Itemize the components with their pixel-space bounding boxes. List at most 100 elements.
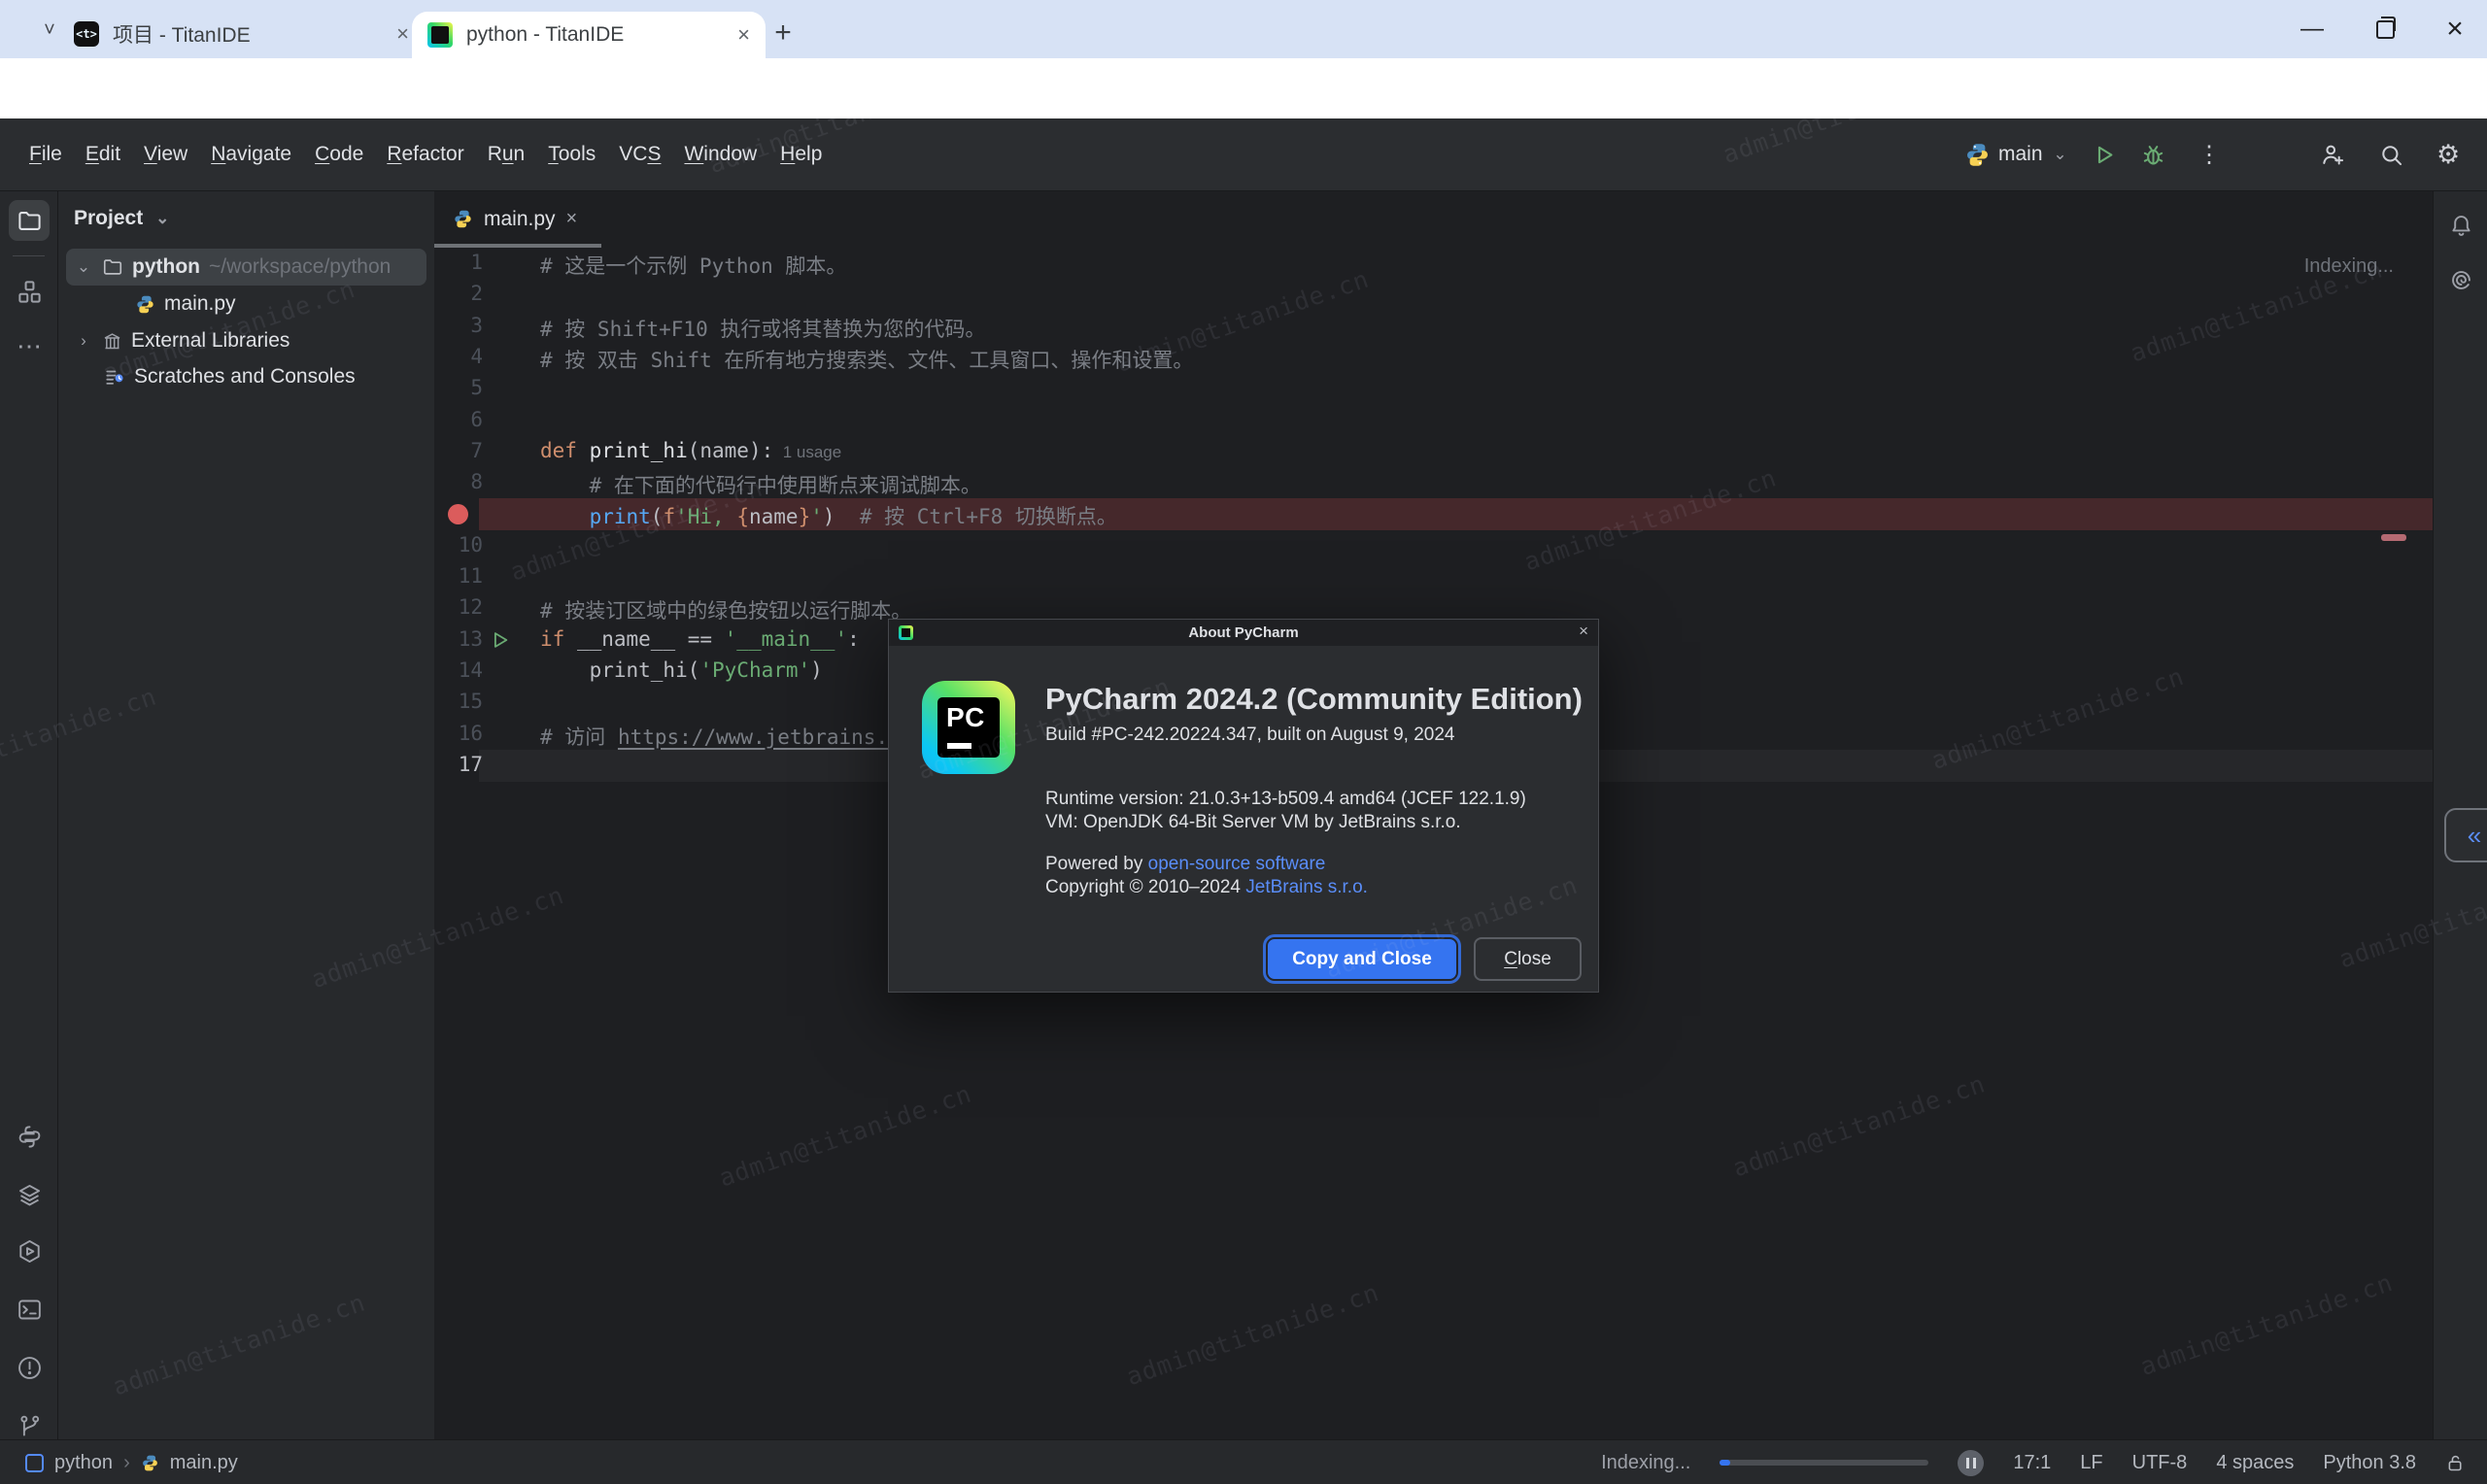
code-line-1[interactable]: 1# 这是一个示例 Python 脚本。 [434,248,2433,280]
window-close-button[interactable]: × [2421,0,2487,58]
chevron-right-icon[interactable]: › [74,331,93,351]
code-text: # 按 Shift+F10 执行或将其替换为您的代码。 [540,314,985,343]
tool-structure-button[interactable] [9,271,50,312]
run-gutter-icon[interactable] [489,629,510,651]
indent-widget[interactable]: 4 spaces [2216,1452,2294,1474]
tool-project-button[interactable] [9,200,50,241]
window-minimize-button[interactable]: — [2278,0,2346,58]
tab-title: 项目 - TitanIDE [113,19,251,49]
browser-tab-active[interactable]: python - TitanIDE × [412,12,766,58]
code-line-5[interactable]: 5 [434,373,2433,405]
python-file-icon [135,294,155,315]
chevron-down-icon: ⌄ [153,209,172,228]
pycharm-logo-text: PC [946,702,985,733]
tree-row-scratches[interactable]: Scratches and Consoles [66,358,426,395]
vm-info: VM: OpenJDK 64-Bit Server VM by JetBrain… [1045,811,1526,834]
lock-open-icon[interactable] [2445,1453,2466,1473]
chevron-down-icon[interactable]: ⌄ [74,257,93,277]
menu-view[interactable]: View [132,137,199,172]
run-button[interactable] [2091,118,2117,190]
code-line-6[interactable]: 6 [434,405,2433,437]
code-line-7[interactable]: 7def print_hi(name): 1 usage [434,436,2433,468]
open-source-link[interactable]: open-source software [1148,854,1326,874]
powered-by-text: Powered by [1045,854,1148,874]
structure-icon [17,279,43,305]
editor-tab-mainpy[interactable]: main.py × [434,191,601,247]
code-line-11[interactable]: 11 [434,561,2433,593]
menu-refactor[interactable]: Refactor [375,137,475,172]
tab-close-icon[interactable]: × [737,22,750,48]
interpreter-widget[interactable]: Python 3.8 [2323,1452,2416,1474]
folder-icon [17,208,43,234]
tool-problems-button[interactable] [9,1347,50,1388]
menu-navigate[interactable]: Navigate [199,137,303,172]
breadcrumb-project[interactable]: python [54,1452,113,1474]
play-icon [2091,142,2117,168]
code-line-8[interactable]: 8 # 在下面的代码行中使用断点来调试脚本。 [434,467,2433,499]
copy-and-close-button[interactable]: Copy and Close [1266,937,1458,981]
breadcrumb-separator: › [123,1452,130,1474]
tab-close-icon[interactable]: × [566,208,578,230]
status-bar: python › main.py Indexing... 17:1 LF UTF… [0,1439,2487,1484]
ide-main-toolbar: FileEditViewNavigateCodeRefactorRunTools… [0,118,2487,191]
tab-close-icon[interactable]: × [396,21,409,47]
pause-indexing-button[interactable] [1958,1450,1984,1476]
tree-row-external-libraries[interactable]: › External Libraries [66,322,426,359]
menu-edit[interactable]: Edit [74,137,132,172]
chevron-down-icon: ⌄ [2051,145,2070,164]
run-config-name: main [1998,143,2043,166]
caret-position-widget[interactable]: 17:1 [2013,1452,2051,1474]
menu-run[interactable]: Run [476,137,537,172]
menu-vcs[interactable]: VCS [607,137,672,172]
line-number: 1 [434,251,483,274]
code-line-2[interactable]: 2 [434,279,2433,311]
folder-icon [102,256,123,278]
menu-file[interactable]: File [17,137,74,172]
encoding-widget[interactable]: UTF-8 [2132,1452,2188,1474]
line-ending-widget[interactable]: LF [2080,1452,2102,1474]
debug-button[interactable] [2140,118,2166,190]
notifications-button[interactable] [2440,205,2481,246]
code-line-3[interactable]: 3# 按 Shift+F10 执行或将其替换为您的代码。 [434,311,2433,343]
browser-tab-inactive[interactable]: <t> 项目 - TitanIDE × [58,12,425,56]
breakpoint-icon[interactable] [448,504,468,524]
line-number: 10 [434,533,483,556]
tool-terminal-button[interactable] [9,1289,50,1330]
project-panel: Project ⌄ ⌄ python ~/workspace/python ma… [58,191,435,1439]
breadcrumb-file[interactable]: main.py [170,1452,238,1474]
code-line-10[interactable]: 10 [434,530,2433,562]
tool-python-packages-button[interactable] [9,1116,50,1157]
code-line-9[interactable]: print(f'Hi, {name}') # 按 Ctrl+F8 切换断点。 [434,498,2433,530]
close-button[interactable]: Close [1474,937,1582,981]
pycharm-favicon [427,22,453,48]
root-path-hint: ~/workspace/python [209,255,391,279]
menu-window[interactable]: Window [672,137,768,172]
tool-services-button[interactable] [9,1231,50,1271]
run-configuration-selector[interactable]: main ⌄ [1964,118,2070,190]
settings-button[interactable]: ⚙ [2436,118,2460,190]
hide-panel-button[interactable]: « [2444,808,2487,862]
line-number: 5 [434,376,483,399]
code-with-me-button[interactable] [2320,118,2346,190]
tree-row-mainpy[interactable]: main.py [66,286,426,322]
new-tab-button[interactable]: + [764,14,802,52]
menu-code[interactable]: Code [303,137,375,172]
dialog-close-icon[interactable]: × [1579,622,1588,641]
more-tool-windows-button[interactable]: ⋯ [9,325,50,366]
tool-services-layers-button[interactable] [9,1174,50,1215]
dialog-title-bar[interactable]: About PyCharm × [889,620,1598,646]
menu-tools[interactable]: Tools [536,137,607,172]
project-panel-header[interactable]: Project ⌄ [74,191,172,246]
menu-help[interactable]: Help [768,137,834,172]
more-actions-button[interactable]: ⋮ [2197,118,2221,190]
terminal-icon [17,1297,43,1323]
window-restore-button[interactable] [2351,0,2419,58]
project-icon [25,1454,44,1472]
jetbrains-link[interactable]: JetBrains s.r.o. [1245,877,1368,897]
libraries-icon [102,331,122,352]
search-everywhere-button[interactable] [2378,118,2404,190]
python-outline-icon [17,1124,43,1150]
ai-assistant-button[interactable] [2440,259,2481,300]
tree-row-project-root[interactable]: ⌄ python ~/workspace/python [66,249,426,286]
code-line-4[interactable]: 4# 按 双击 Shift 在所有地方搜索类、文件、工具窗口、操作和设置。 [434,342,2433,374]
